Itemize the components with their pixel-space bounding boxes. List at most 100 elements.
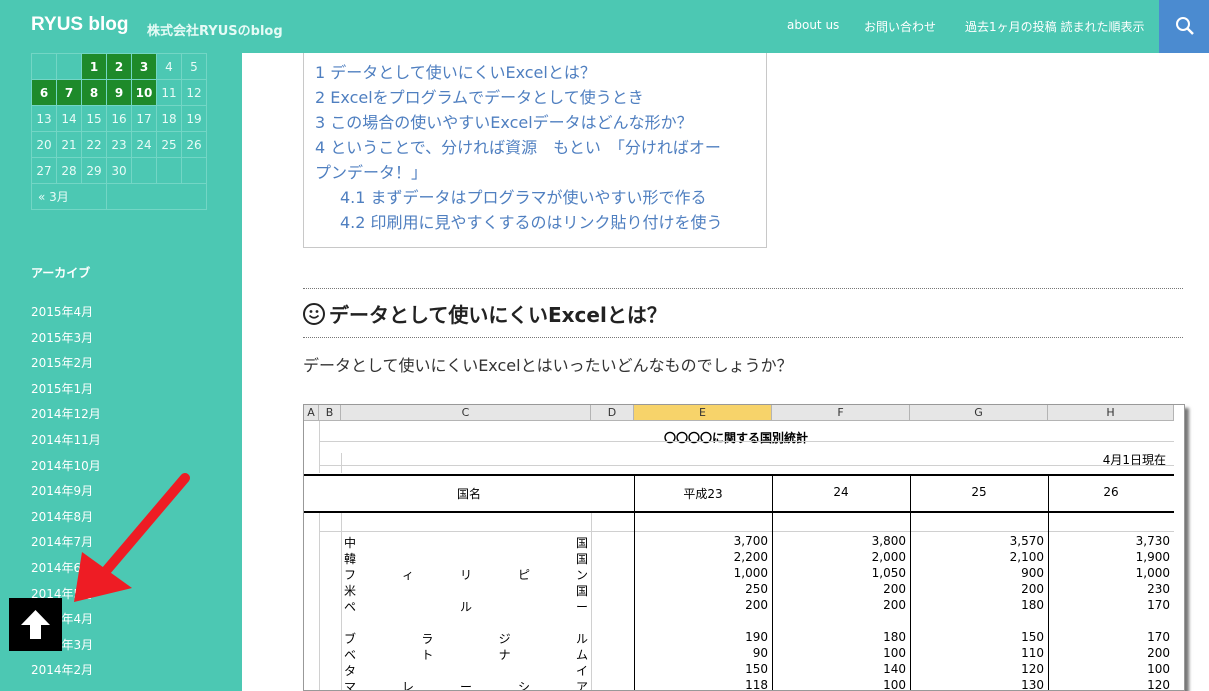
calendar-day: 18 — [156, 105, 182, 132]
divider-bottom — [303, 337, 1183, 338]
archive-link[interactable]: 2014年2月 — [31, 661, 93, 678]
country-char: 韓 — [344, 552, 357, 566]
calendar-empty-cell — [131, 157, 157, 184]
calendar-day[interactable]: 10 — [131, 79, 157, 106]
section-title: データとして使いにくいExcelとは？ — [303, 299, 667, 328]
table-row: 米 国 250 200 200 230 — [304, 582, 1174, 598]
value-cell: 3,730 — [1135, 534, 1170, 548]
body-text: データとして使いにくいExcelとはいったいどんなものでしょうか？ — [303, 356, 793, 375]
archive-link[interactable]: 2015年4月 — [31, 303, 93, 320]
table-of-contents: 1 データとして使いにくいExcelとは？ 2 Excelをプログラムでデータと… — [303, 53, 767, 248]
country-char: ト — [421, 648, 434, 662]
scroll-to-top-button[interactable] — [9, 598, 62, 651]
value-cell: 1,050 — [871, 566, 906, 580]
calendar-day[interactable]: 6 — [31, 79, 57, 106]
sheet-title: 〇〇〇〇に関する国別統計 — [664, 431, 809, 445]
country-char: フ — [344, 568, 357, 582]
calendar-day[interactable]: 9 — [106, 79, 132, 106]
calendar-day: 11 — [156, 79, 182, 106]
sheet-header-h23: 平成23 — [683, 487, 723, 501]
country-char: 国 — [576, 552, 589, 566]
country-char: ラ — [421, 632, 434, 646]
value-cell: 180 — [883, 630, 906, 644]
calendar-day: 12 — [181, 79, 207, 106]
nav-popular-posts[interactable]: 過去1ヶ月の投稿 読まれた順表示 — [965, 18, 1144, 35]
value-cell: 190 — [745, 630, 768, 644]
col-header-c: C — [341, 405, 591, 421]
toc-item-4-cont[interactable]: プンデータ！」 — [315, 160, 427, 185]
value-cell: 1,900 — [1135, 550, 1170, 564]
country-char: ア — [576, 680, 589, 691]
site-title[interactable]: RYUS blog — [31, 14, 128, 36]
calendar-empty-cell — [181, 157, 207, 184]
toc-item-4[interactable]: 4 ということで、分ければ資源 もとい 「分ければオー — [315, 135, 721, 160]
calendar-day: 24 — [131, 131, 157, 158]
country-char: ン — [576, 568, 589, 582]
calendar-day: 17 — [131, 105, 157, 132]
calendar-day: 19 — [181, 105, 207, 132]
calendar-day[interactable]: 2 — [106, 53, 132, 80]
value-cell: 150 — [1021, 630, 1044, 644]
country-char: ム — [576, 648, 589, 662]
col-header-a: A — [304, 405, 319, 421]
calendar-day[interactable]: 3 — [131, 53, 157, 80]
value-cell: 3,570 — [1009, 534, 1044, 548]
country-char: シ — [518, 680, 531, 691]
smiley-icon — [303, 303, 325, 325]
calendar-day: 14 — [56, 105, 82, 132]
value-cell: 2,100 — [1009, 550, 1044, 564]
sheet-header-24: 24 — [833, 485, 849, 499]
country-char: ピ — [518, 568, 531, 582]
calendar-day: 15 — [81, 105, 107, 132]
search-button[interactable] — [1159, 0, 1209, 53]
country-char: リ — [460, 568, 473, 582]
calendar-day[interactable]: 7 — [56, 79, 82, 106]
country-char: ィ — [402, 568, 415, 582]
value-cell: 120 — [1147, 678, 1170, 691]
sheet-header-country: 国名 — [456, 487, 481, 501]
nav-about-us[interactable]: about us — [787, 18, 839, 32]
calendar-day[interactable]: 8 — [81, 79, 107, 106]
search-icon — [1176, 17, 1194, 35]
toc-item-4-1[interactable]: 4.1 まずデータはプログラマが使いやすい形で作る — [340, 185, 707, 210]
value-cell: 100 — [1147, 662, 1170, 676]
archive-link[interactable]: 2014年12月 — [31, 405, 101, 422]
calendar-day: 22 — [81, 131, 107, 158]
archive-link[interactable]: 2014年11月 — [31, 431, 101, 448]
toc-item-1[interactable]: 1 データとして使いにくいExcelとは？ — [315, 60, 596, 85]
value-cell: 200 — [1147, 646, 1170, 660]
toc-item-2[interactable]: 2 Excelをプログラムでデータとして使うとき — [315, 85, 644, 110]
toc-item-3[interactable]: 3 この場合の使いやすいExcelデータはどんな形か？ — [315, 110, 693, 135]
calendar-day: 28 — [56, 157, 82, 184]
country-char: ル — [576, 632, 589, 646]
calendar-day[interactable]: 1 — [81, 53, 107, 80]
calendar-day: 23 — [106, 131, 132, 158]
calendar-day: 21 — [56, 131, 82, 158]
calendar-day: 13 — [31, 105, 57, 132]
country-char: ペ — [344, 600, 357, 614]
country-char: レ — [402, 680, 415, 691]
value-cell: 200 — [883, 598, 906, 612]
archive-link[interactable]: 2015年1月 — [31, 380, 93, 397]
col-header-f: F — [772, 405, 910, 421]
nav-contact[interactable]: お問い合わせ — [864, 18, 936, 35]
country-char: ー — [460, 680, 473, 691]
country-char: イ — [576, 664, 589, 678]
archive-link[interactable]: 2015年3月 — [31, 329, 93, 346]
calendar-day: 4 — [156, 53, 182, 80]
table-row: タ イ 150 140 120 100 — [304, 662, 1174, 678]
table-row: フ ィ リ ピ ン 1,000 1,050 900 1,000 — [304, 566, 1174, 582]
archive-link[interactable]: 2015年2月 — [31, 354, 93, 371]
country-char: タ — [344, 664, 357, 678]
calendar-prev-month-link[interactable]: « 3月 — [31, 183, 107, 210]
calendar-day: 29 — [81, 157, 107, 184]
value-cell: 200 — [745, 598, 768, 612]
col-header-d: D — [591, 405, 634, 421]
col-header-h: H — [1048, 405, 1174, 421]
country-char: マ — [344, 680, 357, 691]
table-row: 韓 国 2,200 2,000 2,100 1,900 — [304, 550, 1174, 566]
value-cell: 1,000 — [1135, 566, 1170, 580]
toc-item-4-2[interactable]: 4.2 印刷用に見やすくするのはリンク貼り付けを使う — [340, 210, 723, 235]
value-cell: 90 — [752, 646, 768, 660]
value-cell: 100 — [883, 646, 906, 660]
